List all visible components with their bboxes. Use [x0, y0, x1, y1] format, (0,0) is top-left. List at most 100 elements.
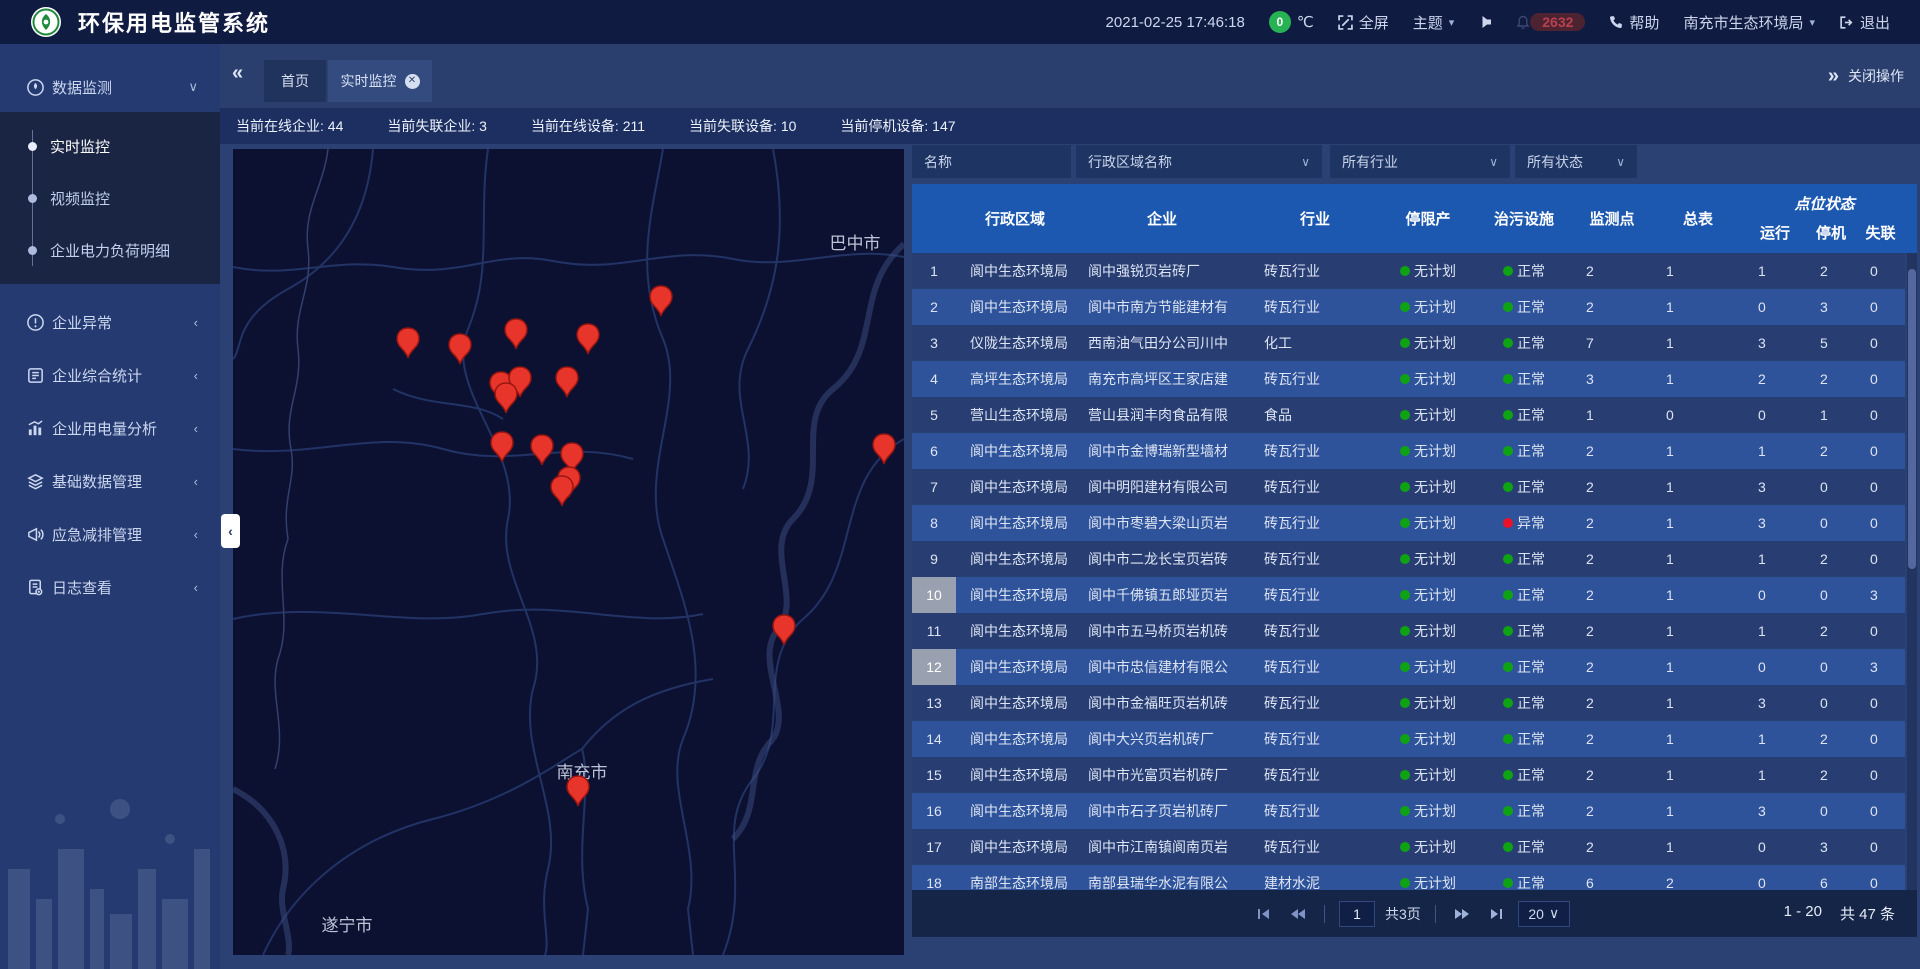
name-search-input[interactable] [912, 145, 1071, 178]
region-select[interactable]: 行政区域名称∨ [1076, 145, 1322, 178]
map-panel[interactable]: 巴中市南充市遂宁市 [233, 149, 904, 955]
table-row[interactable]: 17阆中生态环境局阆中市江南镇阆南页岩砖瓦行业无计划正常21030 [912, 829, 1905, 865]
table-row[interactable]: 9阆中生态环境局阆中市二龙长宝页岩砖砖瓦行业无计划正常21120 [912, 541, 1905, 577]
map-pin-icon[interactable] [873, 434, 895, 464]
sidebar-item-2[interactable]: 企业综合统计‹ [0, 349, 220, 402]
table-row[interactable]: 11阆中生态环境局阆中市五马桥页岩机砖砖瓦行业无计划正常21120 [912, 613, 1905, 649]
logout-button[interactable]: 退出 [1839, 12, 1890, 33]
table-row[interactable]: 13阆中生态环境局阆中市金福旺页岩机砖砖瓦行业无计划正常21300 [912, 685, 1905, 721]
page-size-select[interactable]: 20∨ [1518, 901, 1570, 927]
status-dot-green [1400, 338, 1410, 348]
row-index: 1 [912, 253, 956, 289]
cell-plan-status: 无计划 [1380, 253, 1476, 289]
stat-item-1: 当前失联企业: 3 [387, 116, 487, 136]
cell-stopped: 0 [1806, 793, 1856, 829]
sidebar-item-4[interactable]: 基础数据管理‹ [0, 455, 220, 508]
tab-home[interactable]: 首页 [264, 60, 326, 102]
status-dot-green [1503, 410, 1513, 420]
table-row[interactable]: 14阆中生态环境局阆中大兴页岩机砖厂砖瓦行业无计划正常21120 [912, 721, 1905, 757]
cell-total-meters: 1 [1652, 433, 1744, 469]
chevron-down-icon: ∨ [1301, 155, 1310, 169]
tab-realtime-monitor[interactable]: 实时监控 ✕ [328, 60, 432, 102]
sidebar-item-label: 应急减排管理 [52, 524, 142, 545]
fullscreen-button[interactable]: 全屏 [1338, 12, 1389, 33]
table-row[interactable]: 8阆中生态环境局阆中市枣碧大梁山页岩砖瓦行业无计划异常21300 [912, 505, 1905, 541]
cell-monitor-points: 2 [1572, 829, 1652, 865]
scrollbar-thumb[interactable] [1908, 269, 1916, 569]
map-pin-icon[interactable] [397, 328, 419, 358]
cell-plan-status: 无计划 [1380, 757, 1476, 793]
map-pin-icon[interactable] [505, 319, 527, 349]
prev-page-button[interactable] [1286, 902, 1310, 926]
cell-monitor-points: 2 [1572, 757, 1652, 793]
sidebar-subitem-2[interactable]: 企业电力负荷明细 [0, 224, 220, 276]
industry-select[interactable]: 所有行业∨ [1330, 145, 1510, 178]
help-button[interactable]: 帮助 [1609, 12, 1659, 33]
page-number-input[interactable] [1339, 901, 1375, 927]
status-dot-green [1503, 338, 1513, 348]
row-index: 16 [912, 793, 956, 829]
cell-monitor-points: 6 [1572, 865, 1652, 890]
tabs-scroll-right-icon[interactable]: » [1828, 65, 1836, 88]
tabs-scroll-left-icon[interactable]: « [232, 62, 240, 85]
cell-region: 仪陇生态环境局 [956, 325, 1074, 361]
last-page-button[interactable] [1484, 902, 1508, 926]
table-row[interactable]: 12阆中生态环境局阆中市忠信建材有限公砖瓦行业无计划正常21003 [912, 649, 1905, 685]
speaker-icon [1478, 15, 1492, 29]
status-select[interactable]: 所有状态∨ [1515, 145, 1637, 178]
sidebar-item-5[interactable]: 应急减排管理‹ [0, 508, 220, 561]
close-operations-button[interactable]: 关闭操作 [1848, 66, 1904, 86]
logout-icon [1839, 15, 1854, 30]
table-row[interactable]: 7阆中生态环境局阆中明阳建材有限公司砖瓦行业无计划正常21300 [912, 469, 1905, 505]
map-pin-icon[interactable] [556, 367, 578, 397]
cell-region: 高坪生态环境局 [956, 361, 1074, 397]
status-dot-green [1400, 734, 1410, 744]
map-pin-icon[interactable] [449, 334, 471, 364]
notifications-button[interactable]: 2632 [1516, 13, 1585, 31]
table-row[interactable]: 10阆中生态环境局阆中千佛镇五郎垭页岩砖瓦行业无计划正常21003 [912, 577, 1905, 613]
table-row[interactable]: 1阆中生态环境局阆中强锐页岩砖厂砖瓦行业无计划正常21120 [912, 253, 1905, 289]
table-scrollbar[interactable] [1907, 253, 1917, 890]
mute-button[interactable] [1478, 15, 1492, 29]
sidebar-item-6[interactable]: 日志查看‹ [0, 561, 220, 614]
table-row[interactable]: 18南部生态环境局南部县瑞华水泥有限公建材水泥无计划正常62060 [912, 865, 1905, 890]
tab-close-icon[interactable]: ✕ [405, 74, 420, 89]
first-page-button[interactable] [1252, 902, 1276, 926]
user-dropdown[interactable]: 南充市生态环境局▾ [1683, 12, 1815, 33]
sidebar-collapse-handle[interactable]: ‹ [221, 514, 240, 548]
cell-company: 阆中市枣碧大梁山页岩 [1074, 505, 1250, 541]
table-row[interactable]: 4高坪生态环境局南充市高坪区王家店建砖瓦行业无计划正常31220 [912, 361, 1905, 397]
cell-facility-status: 正常 [1476, 541, 1572, 577]
sidebar-subitem-0[interactable]: 实时监控 [0, 120, 220, 172]
table-row[interactable]: 16阆中生态环境局阆中市石子页岩机砖厂砖瓦行业无计划正常21300 [912, 793, 1905, 829]
sidebar-item-3[interactable]: 企业用电量分析‹ [0, 402, 220, 455]
cell-total-meters: 1 [1652, 289, 1744, 325]
sidebar-item-1[interactable]: 企业异常‹ [0, 296, 220, 349]
table-row[interactable]: 2阆中生态环境局阆中市南方节能建材有砖瓦行业无计划正常21030 [912, 289, 1905, 325]
sidebar-item-0[interactable]: 数据监测∨ [0, 62, 220, 112]
cell-running: 1 [1744, 433, 1806, 469]
last-page-icon [1488, 907, 1504, 921]
next-page-button[interactable] [1450, 902, 1474, 926]
map-pin-icon[interactable] [773, 615, 795, 645]
theme-dropdown[interactable]: 主题▾ [1413, 12, 1455, 33]
map-pin-icon[interactable] [577, 324, 599, 354]
cell-running: 0 [1744, 289, 1806, 325]
table-row[interactable]: 6阆中生态环境局阆中市金博瑞新型墙材砖瓦行业无计划正常21120 [912, 433, 1905, 469]
table-row[interactable]: 5营山生态环境局营山县润丰肉食品有限食品无计划正常10010 [912, 397, 1905, 433]
map-pin-icon[interactable] [491, 432, 513, 462]
sidebar-subitem-1[interactable]: 视频监控 [0, 172, 220, 224]
map-pin-icon[interactable] [531, 435, 553, 465]
table-row[interactable]: 15阆中生态环境局阆中市光富页岩机砖厂砖瓦行业无计划正常21120 [912, 757, 1905, 793]
chevron-down-icon: ▾ [1809, 16, 1815, 29]
plan-status-label: 无计划 [1414, 513, 1456, 533]
cell-plan-status: 无计划 [1380, 361, 1476, 397]
cell-running: 1 [1744, 721, 1806, 757]
total-count-label: 共 47 条 [1840, 903, 1895, 924]
status-dot-green [1503, 734, 1513, 744]
table-row[interactable]: 3仪陇生态环境局西南油气田分公司川中化工无计划正常71350 [912, 325, 1905, 361]
map-pin-icon[interactable] [551, 476, 573, 506]
cell-region: 阆中生态环境局 [956, 793, 1074, 829]
cell-company: 阆中强锐页岩砖厂 [1074, 253, 1250, 289]
map-pin-icon[interactable] [495, 383, 517, 413]
